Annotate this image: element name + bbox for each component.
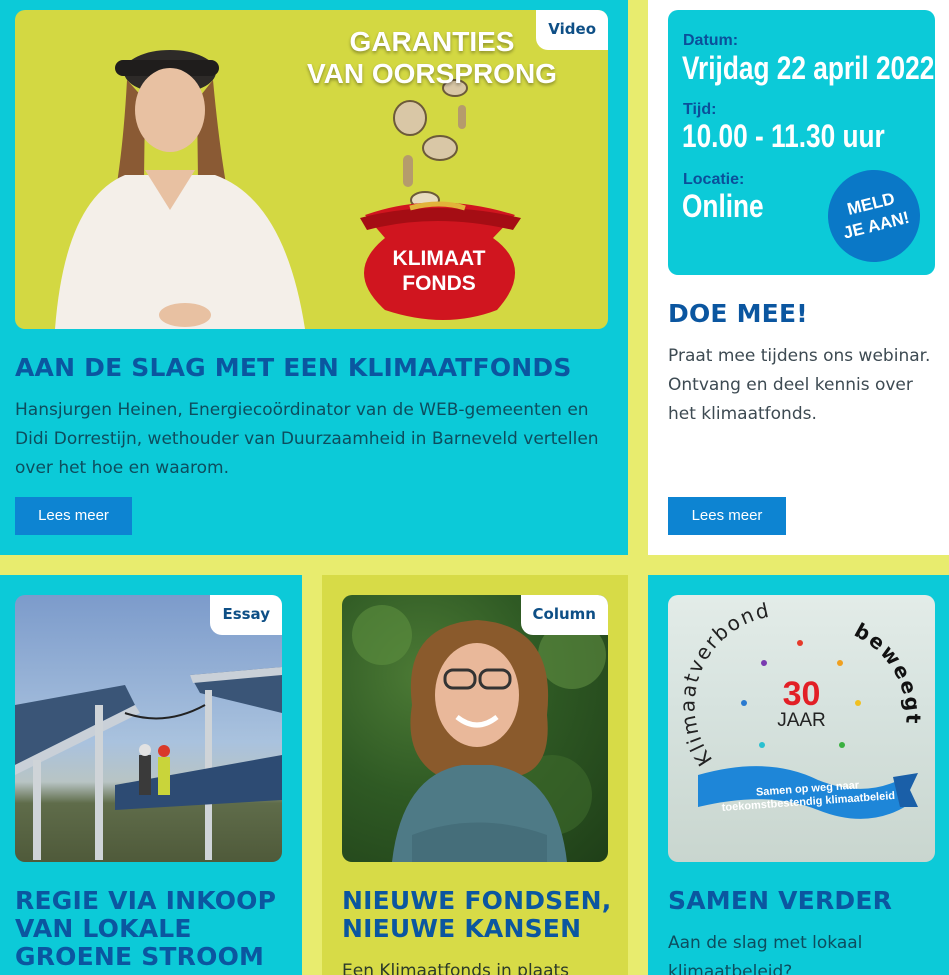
essay-title-line-2: VAN LOKALE: [15, 914, 192, 943]
video-tag: Video: [536, 10, 608, 50]
featured-video-thumbnail[interactable]: GARANTIES VAN OORSPRONG KLIMAAT FONDS Vi…: [15, 10, 608, 329]
location-value: Online: [682, 188, 764, 224]
signup-badge[interactable]: MELD JE AAN!: [818, 160, 930, 272]
event-title[interactable]: DOE MEE!: [668, 298, 808, 330]
featured-title[interactable]: AAN DE SLAG MET EEN KLIMAATFONDS: [15, 352, 615, 384]
event-description: Praat mee tijdens ons webinar. Ontvang e…: [668, 346, 931, 424]
essay-title-line-1: REGIE VIA INKOOP: [15, 886, 277, 915]
column-description: Een Klimaatfonds in plaats: [342, 961, 570, 975]
essay-title-line-3: GROENE STROOM: [15, 942, 265, 971]
featured-description: Hansjurgen Heinen, Energiecoördinator va…: [15, 400, 599, 478]
anniversary-description-line-2: klimaatbeleid?: [668, 962, 793, 975]
date-value: Vrijdag 22 april 2022: [682, 50, 935, 86]
bag-label-line-1: KLIMAAT: [392, 247, 486, 270]
event-read-more-button[interactable]: Lees meer: [668, 497, 786, 535]
column-title-line-2: NIEUWE KANSEN: [342, 914, 582, 943]
column-tag: Column: [520, 595, 608, 635]
event-info-box: Datum: Vrijdag 22 april 2022 Tijd: 10.00…: [668, 10, 935, 275]
column-title[interactable]: NIEUWE FONDSEN, NIEUWE KANSEN: [342, 887, 622, 943]
portrait-illustration: [352, 605, 606, 862]
anniversary-image[interactable]: Klimaatverbond beweegt 30 JAAR Samen op …: [668, 595, 935, 862]
column-card[interactable]: Column NIEUWE FONDSEN, NIEUWE KANSEN Een…: [322, 575, 628, 975]
time-label: Tijd:: [683, 101, 717, 118]
anniversary-description: Aan de slag met lokaal klimaatbeleid?: [668, 929, 938, 975]
essay-title[interactable]: REGIE VIA INKOOP VAN LOKALE GROENE STROO…: [15, 887, 295, 971]
column-title-line-1: NIEUWE FONDSEN,: [342, 886, 612, 915]
headline-line-2: VAN OORSPRONG: [307, 58, 557, 89]
essay-image[interactable]: Essay: [15, 595, 282, 862]
essay-card[interactable]: Essay REGIE VIA INKOOP VAN LOKALE GROENE…: [0, 575, 302, 975]
featured-video-card[interactable]: GARANTIES VAN OORSPRONG KLIMAAT FONDS Vi…: [0, 0, 628, 555]
anniversary-unit: JAAR: [777, 710, 826, 731]
anniversary-number: 30: [782, 675, 821, 713]
event-card[interactable]: Datum: Vrijdag 22 april 2022 Tijd: 10.00…: [648, 0, 949, 555]
anniversary-description-line-1: Aan de slag met lokaal: [668, 933, 863, 953]
bag-label-line-2: FONDS: [402, 272, 476, 295]
anniversary-card[interactable]: Klimaatverbond beweegt 30 JAAR Samen op …: [648, 575, 949, 975]
featured-read-more-button[interactable]: Lees meer: [15, 497, 132, 535]
solar-panels-illustration: [15, 667, 282, 860]
location-label: Locatie:: [683, 171, 745, 188]
essay-tag: Essay: [210, 595, 282, 635]
column-image[interactable]: Column: [342, 595, 608, 862]
anniversary-title[interactable]: SAMEN VERDER: [668, 887, 892, 915]
bag-label: KLIMAAT FONDS: [363, 246, 515, 296]
date-label: Datum:: [683, 32, 739, 49]
time-value: 10.00 - 11.30 uur: [682, 118, 885, 154]
